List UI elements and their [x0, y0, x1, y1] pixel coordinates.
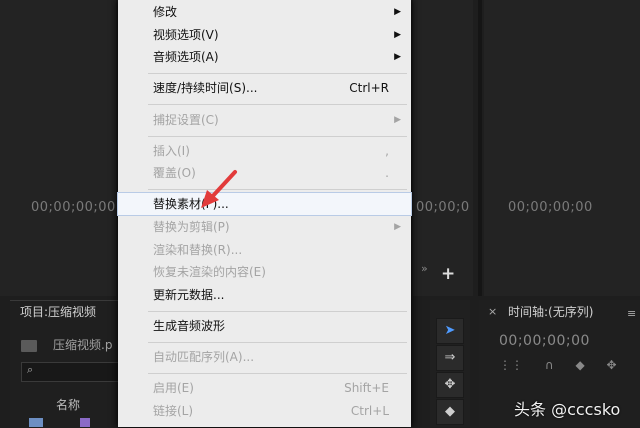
column-header-name[interactable]: 名称 [56, 396, 80, 413]
timeline-title[interactable]: 时间轴:(无序列) [508, 303, 593, 320]
program-timecode: 00;00;0 [416, 200, 470, 215]
menu-item-modify[interactable]: 修改 ▶ [118, 1, 411, 23]
menu-separator [148, 104, 407, 105]
linked-selection-icon[interactable]: ∩ [545, 358, 554, 372]
project-item-name[interactable]: 压缩视频.p [53, 336, 112, 353]
menu-item-speed-duration[interactable]: 速度/持续时间(S)... Ctrl+R [118, 77, 411, 99]
snap-icon[interactable]: ⋮⋮ [499, 358, 523, 372]
menu-separator [148, 73, 407, 74]
submenu-arrow-icon: ▶ [394, 115, 401, 125]
submenu-arrow-icon: ▶ [394, 222, 401, 232]
right-monitor [484, 0, 640, 296]
search-input[interactable]: ⌕ [21, 362, 120, 382]
menu-item-replace-footage[interactable]: 替换素材(F)... [117, 192, 412, 216]
annotation-arrow-icon [201, 170, 237, 208]
source-timecode: 00;00;00;00 [31, 200, 116, 215]
watermark: 头条 @cccsko [514, 400, 621, 419]
menu-item-video-options[interactable]: 视频选项(V) ▶ [118, 24, 411, 46]
menu-item-insert[interactable]: 插入(I), [118, 140, 411, 162]
timeline-tools-row: ⋮⋮ ∩ ◆ ✥ [499, 358, 617, 372]
menu-separator [148, 373, 407, 374]
menu-item-update-metadata[interactable]: 更新元数据... [118, 284, 411, 306]
menu-item-enable[interactable]: 启用(E) Shift+E [118, 377, 411, 399]
timeline-close-icon[interactable]: × [488, 305, 497, 318]
menu-item-overwrite[interactable]: 覆盖(O). [118, 162, 411, 184]
panel-divider [478, 0, 482, 296]
submenu-arrow-icon: ▶ [394, 52, 401, 62]
menu-item-link[interactable]: 链接(L) Ctrl+L [118, 400, 411, 422]
track-select-tool-icon[interactable]: ⇒ [436, 345, 464, 371]
settings-icon[interactable]: ✥ [607, 358, 617, 372]
menu-item-generate-audio-waveform[interactable]: 生成音频波形 [118, 315, 411, 337]
menu-separator [148, 342, 407, 343]
right-timecode: 00;00;00;00 [508, 200, 593, 215]
menu-item-capture-settings[interactable]: 捕捉设置(C) ▶ [118, 109, 411, 131]
menu-separator [148, 311, 407, 312]
menu-item-restore-unrendered[interactable]: 恢复未渲染的内容(E) [118, 261, 411, 283]
clip-label-color [80, 418, 90, 427]
folder-icon [21, 340, 37, 352]
ripple-edit-tool-icon[interactable]: ✥ [436, 372, 464, 398]
menu-separator [148, 189, 407, 190]
menu-separator [148, 136, 407, 137]
submenu-arrow-icon: ▶ [394, 7, 401, 17]
marker-icon[interactable]: ◆ [575, 358, 584, 372]
search-icon: ⌕ [27, 363, 34, 376]
menu-item-replace-with-clip[interactable]: 替换为剪辑(P) ▶ [118, 216, 411, 238]
source-monitor [0, 0, 116, 296]
clip-context-menu: 修改 ▶ 视频选项(V) ▶ 音频选项(A) ▶ 速度/持续时间(S)... Ctrl+… [117, 0, 412, 427]
menu-item-auto-match-sequence[interactable]: 自动匹配序列(A)... [118, 346, 411, 368]
menu-item-audio-options[interactable]: 音频选项(A) ▶ [118, 46, 411, 68]
menu-item-render-replace[interactable]: 渲染和替换(R)... [118, 239, 411, 261]
timeline-menu-icon[interactable]: ≡ [627, 307, 636, 320]
clip-thumbnail [29, 418, 43, 427]
project-panel-title[interactable]: 项目:压缩视频 [20, 303, 96, 320]
more-chevron-icon[interactable]: » [421, 262, 428, 275]
submenu-arrow-icon: ▶ [394, 30, 401, 40]
add-button[interactable]: + [441, 264, 455, 284]
timeline-timecode: 00;00;00;00 [499, 333, 590, 349]
selection-tool-icon[interactable]: ➤ [436, 318, 464, 344]
razor-tool-icon[interactable]: ◆ [436, 399, 464, 425]
program-monitor [413, 0, 473, 296]
